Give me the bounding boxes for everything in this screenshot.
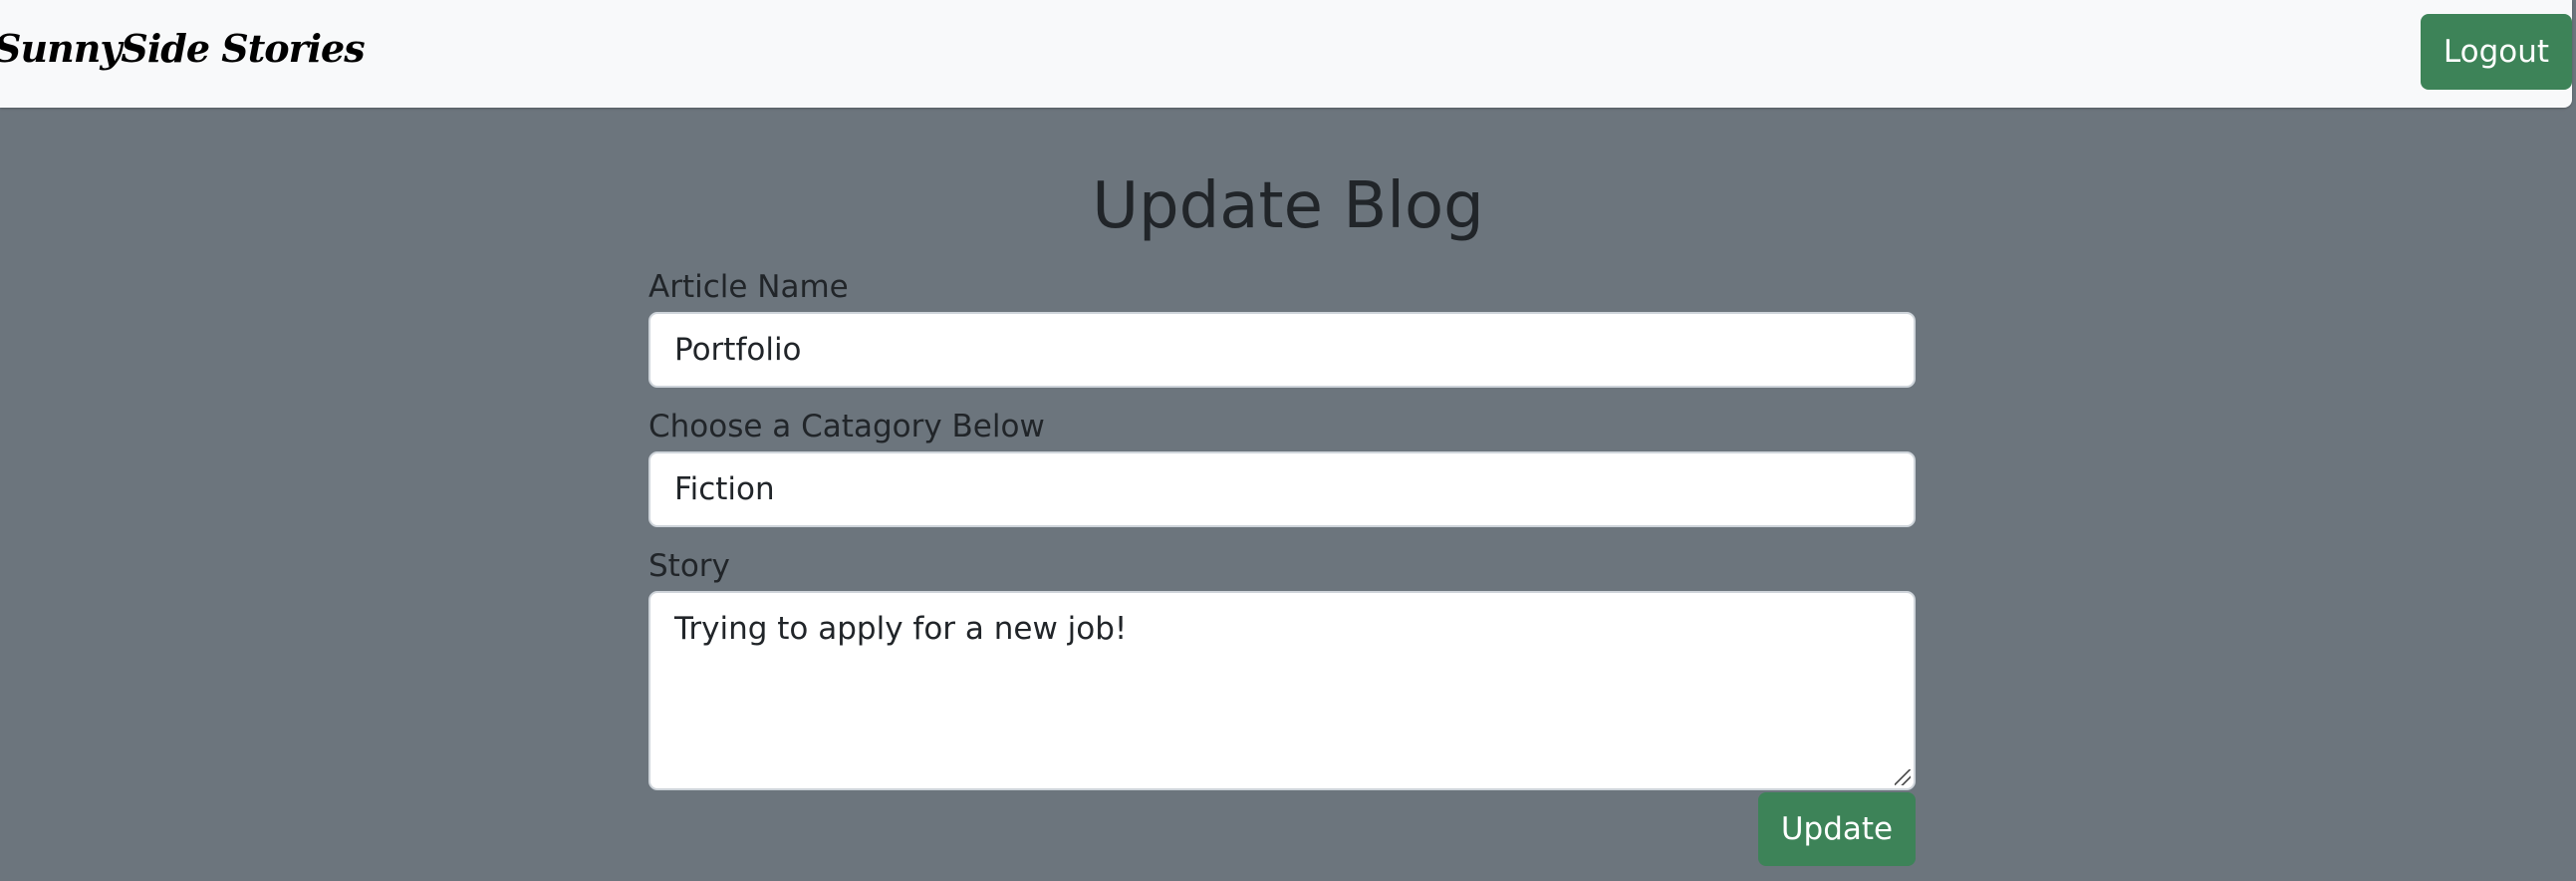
story-textarea[interactable]: Trying to apply for a new job! bbox=[648, 591, 1916, 790]
page-title: Update Blog bbox=[1092, 169, 1484, 243]
update-button[interactable]: Update bbox=[1758, 792, 1916, 866]
resize-handle-icon[interactable] bbox=[1895, 769, 1911, 785]
category-label: Choose a Catagory Below bbox=[648, 409, 1045, 444]
article-name-input[interactable]: Portfolio bbox=[648, 312, 1916, 388]
logout-button[interactable]: Logout bbox=[2421, 14, 2572, 90]
brand-logo[interactable]: SunnySide Stories bbox=[0, 26, 366, 71]
story-text: Trying to apply for a new job! bbox=[674, 611, 1128, 647]
story-label: Story bbox=[648, 548, 730, 584]
category-input[interactable]: Fiction bbox=[648, 451, 1916, 527]
article-name-label: Article Name bbox=[648, 269, 849, 305]
navbar: SunnySide Stories Logout bbox=[0, 0, 2572, 108]
